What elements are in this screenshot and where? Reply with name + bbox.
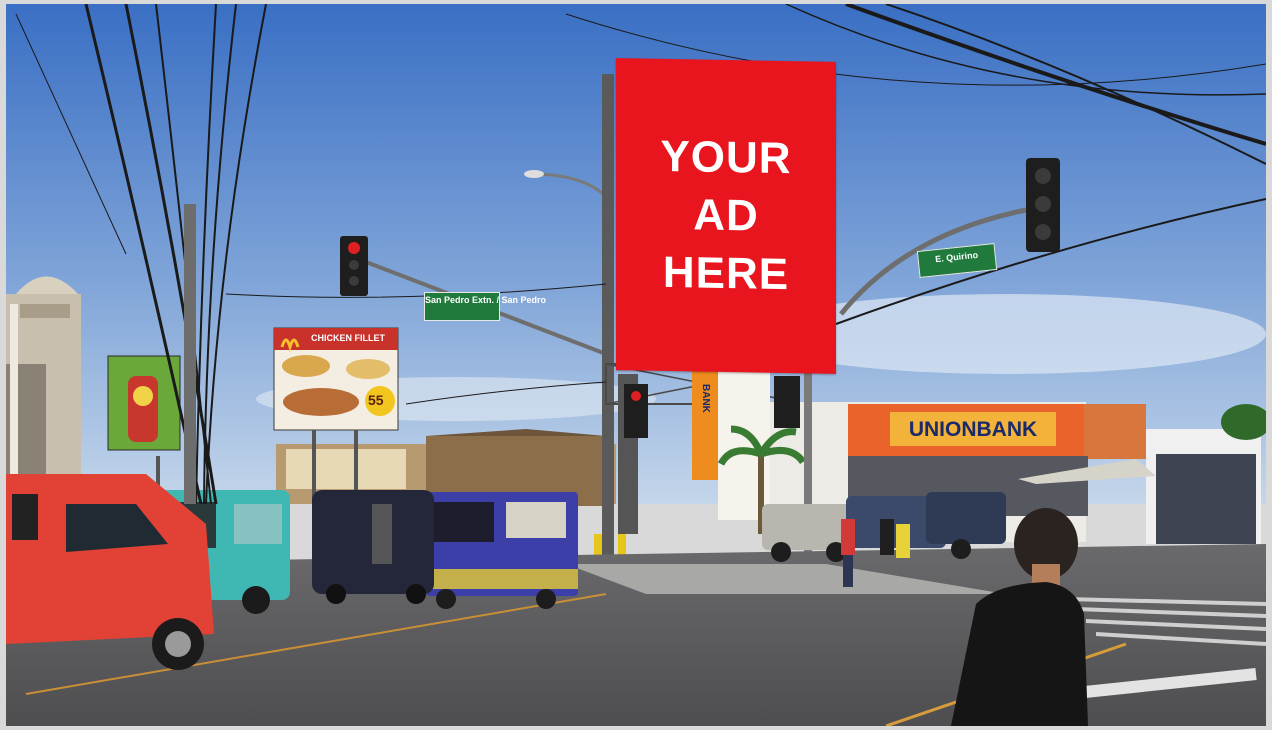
street-sign-san-pedro: San Pedro Extn. / San Pedro <box>424 292 546 321</box>
mcdo-price: 55 <box>368 392 384 408</box>
dark-van <box>312 490 434 604</box>
unionbank-sign: UNIONBANK <box>908 418 1038 441</box>
ad-line-3: HERE <box>662 247 790 300</box>
bank-vertical-sign-text: BANK <box>700 384 711 413</box>
utility-pole <box>184 204 196 504</box>
photo-frame: CHICKEN FILLET 55 San Pedro Extn. / San … <box>6 4 1266 726</box>
ad-panel: YOUR AD HERE <box>616 58 836 374</box>
ad-line-2: AD <box>693 190 759 241</box>
mcdo-headline: CHICKEN FILLET <box>311 333 385 343</box>
ad-line-1: YOUR <box>660 131 792 184</box>
left-building <box>6 276 81 504</box>
blue-jeepney <box>426 492 578 609</box>
